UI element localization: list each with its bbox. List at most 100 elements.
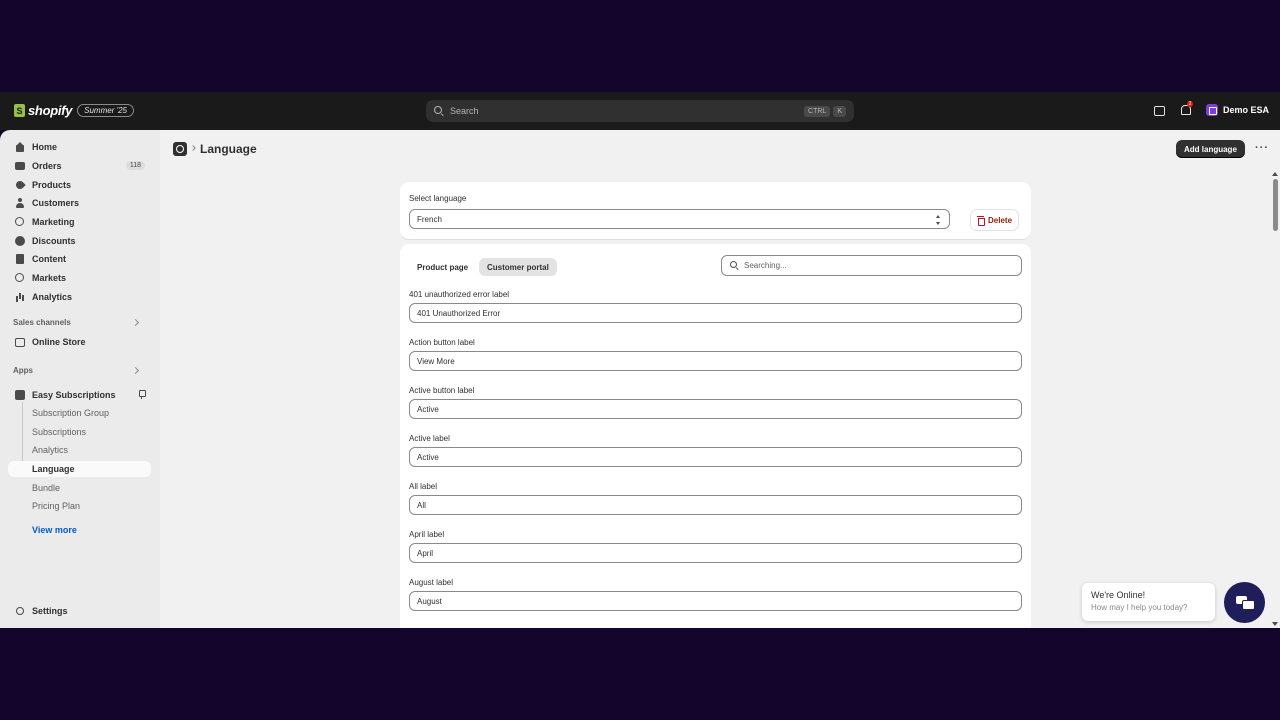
text-field-all[interactable]: All: [409, 495, 1022, 515]
store-avatar[interactable]: [1205, 103, 1218, 116]
sidebar-item-settings[interactable]: Settings: [8, 602, 151, 619]
notification-count: 2: [1186, 101, 1193, 107]
text-field-active[interactable]: Active: [409, 447, 1022, 467]
search-placeholder: Search: [450, 106, 479, 116]
pin-icon[interactable]: [138, 390, 146, 399]
shopping-bag-icon: S: [14, 104, 25, 117]
app-icon[interactable]: [173, 142, 187, 156]
sidebar-item-label: Settings: [32, 605, 68, 616]
sidebar-item-label: Analytics: [32, 291, 73, 302]
search-icon: [434, 106, 444, 116]
sidebar-item-analytics[interactable]: Analytics: [8, 288, 151, 305]
chevron-right-icon[interactable]: [131, 318, 140, 327]
field-value: April: [417, 548, 434, 558]
field-value: All: [417, 500, 426, 510]
delete-label: Delete: [988, 215, 1013, 225]
scrollbar-thumb[interactable]: [1273, 179, 1278, 231]
more-actions-icon[interactable]: ···: [1255, 142, 1269, 154]
text-field-august[interactable]: August: [409, 591, 1022, 611]
select-arrows-icon: [936, 215, 941, 225]
orders-count-badge: 118: [125, 161, 145, 170]
chat-launcher-button[interactable]: [1224, 582, 1265, 623]
home-icon: [15, 141, 25, 152]
sidebar-item-easy-subscriptions[interactable]: Easy Subscriptions: [8, 386, 151, 403]
language-select[interactable]: French: [409, 209, 950, 229]
gear-icon: [15, 606, 25, 616]
sidebar-item-orders[interactable]: Orders 118: [8, 157, 151, 174]
field-label: All label: [409, 482, 438, 491]
sidebar-subitem-bundle[interactable]: Bundle: [8, 480, 151, 496]
delete-button[interactable]: Delete: [971, 210, 1019, 230]
field-value: August: [417, 596, 442, 606]
brand-wordmark: shopify: [28, 103, 73, 118]
sidebar-item-markets[interactable]: Markets: [8, 269, 151, 286]
sidebar-item-label: Orders: [32, 160, 62, 171]
select-language-label: Select language: [409, 194, 467, 203]
chevron-right-icon: [190, 145, 196, 151]
field-value: 401 Unauthorized Error: [417, 308, 501, 318]
chevron-right-icon[interactable]: [131, 366, 140, 375]
tab-customer-portal[interactable]: Customer portal: [479, 258, 557, 276]
field-label: 401 unauthorized error label: [409, 290, 510, 299]
field-value: Active: [417, 452, 439, 462]
person-icon: [15, 197, 25, 208]
shortcut-key-ctrl: CTRL: [804, 105, 831, 117]
sidebar-item-label: Marketing: [32, 216, 75, 227]
top-bar: S shopify Summer '25 Search CTRL K 2 Dem…: [0, 92, 1280, 130]
text-field-april[interactable]: April: [409, 543, 1022, 563]
add-language-button[interactable]: Add language: [1176, 140, 1245, 158]
bar-chart-icon: [15, 292, 25, 302]
sidebar-subitem-pricing-plan[interactable]: Pricing Plan: [8, 498, 151, 514]
global-search[interactable]: Search CTRL K: [426, 100, 854, 122]
sidebar-item-label: Online Store: [32, 336, 86, 347]
field-label: Active button label: [409, 386, 475, 395]
scroll-up-arrow-icon[interactable]: [1272, 172, 1278, 176]
sidebar-item-label: Products: [32, 179, 72, 190]
orders-icon: [15, 161, 25, 171]
sidebar-subitem-language[interactable]: Language: [8, 461, 151, 477]
shopify-logo[interactable]: S shopify Summer '25: [14, 103, 134, 118]
edition-badge[interactable]: Summer '25: [77, 104, 134, 117]
shortcut-key-k: K: [833, 105, 846, 117]
scroll-down-arrow-icon[interactable]: [1272, 622, 1278, 626]
labels-search-input[interactable]: Searching...: [721, 255, 1022, 276]
text-field-action-button[interactable]: View More: [409, 351, 1022, 371]
sidebar-item-online-store[interactable]: Online Store: [8, 333, 151, 350]
chat-subtitle: How may I help you today?: [1091, 603, 1188, 612]
sidebar-subitem-subscription-group[interactable]: Subscription Group: [8, 405, 151, 421]
field-value: View More: [417, 356, 455, 366]
view-more-link[interactable]: View more: [32, 525, 77, 535]
apps-heading[interactable]: Apps: [13, 366, 33, 375]
scrollbar[interactable]: [1271, 170, 1280, 628]
target-icon: [15, 216, 25, 227]
sales-channels-heading[interactable]: Sales channels: [13, 318, 71, 327]
page-title: Language: [200, 142, 257, 156]
storefront-icon[interactable]: [1152, 103, 1165, 116]
tab-product-page[interactable]: Product page: [409, 258, 476, 276]
text-field-active-button[interactable]: Active: [409, 399, 1022, 419]
sidebar-item-label: Home: [32, 141, 58, 152]
chat-title: We're Online!: [1091, 590, 1146, 600]
chat-icon: [1235, 595, 1255, 610]
sidebar-subitem-subscriptions[interactable]: Subscriptions: [8, 424, 151, 440]
text-field-401-unauthorized[interactable]: 401 Unauthorized Error: [409, 303, 1022, 323]
labels-card: Product page Customer portal Searching..…: [400, 244, 1031, 628]
sidebar-item-content[interactable]: Content: [8, 250, 151, 267]
bell-icon[interactable]: 2: [1179, 101, 1193, 116]
discount-icon: [15, 235, 25, 246]
sidebar-item-customers[interactable]: Customers: [8, 194, 151, 211]
sidebar-item-discounts[interactable]: Discounts: [8, 232, 151, 249]
sidebar-item-products[interactable]: Products: [8, 176, 151, 193]
chat-greeting[interactable]: We're Online! How may I help you today?: [1082, 583, 1215, 621]
language-select-card: Select language French Delete: [400, 182, 1031, 239]
top-bar-actions: 2 Demo ESA: [1152, 101, 1269, 116]
store-name[interactable]: Demo ESA: [1223, 105, 1269, 115]
sidebar-item-home[interactable]: Home: [8, 138, 151, 155]
labels-search-placeholder: Searching...: [744, 261, 787, 270]
sidebar-item-label: Easy Subscriptions: [32, 389, 116, 400]
sidebar-subitem-analytics[interactable]: Analytics: [8, 442, 151, 458]
tag-icon: [15, 180, 25, 190]
sidebar-item-marketing[interactable]: Marketing: [8, 213, 151, 230]
content-icon: [15, 253, 25, 264]
sidebar-item-label: Markets: [32, 272, 67, 283]
